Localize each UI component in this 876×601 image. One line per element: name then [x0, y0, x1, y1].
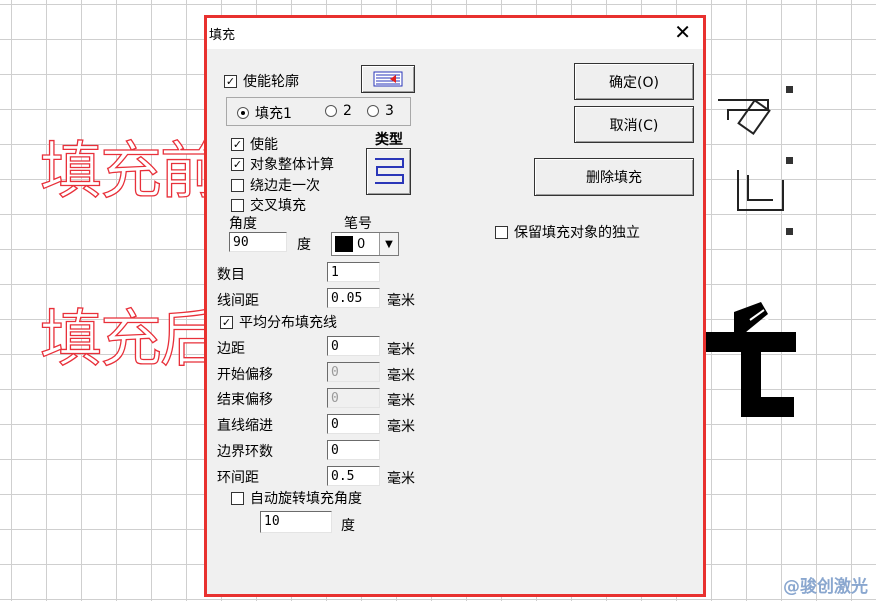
- enable-outline-label: 使能轮廓: [243, 74, 299, 90]
- even-distribute-checkbox[interactable]: ✓ 平均分布填充线: [220, 312, 337, 332]
- rotate-angle-unit: 度: [341, 518, 355, 534]
- count-label: 数目: [217, 267, 245, 283]
- line-indent-input[interactable]: 0: [327, 414, 380, 434]
- whole-object-calc-checkbox[interactable]: ✓ 对象整体计算: [231, 154, 334, 174]
- margin-input[interactable]: 0: [327, 336, 380, 356]
- even-distribute-label: 平均分布填充线: [239, 315, 337, 331]
- end-offset-label: 结束偏移: [217, 392, 273, 408]
- dialog-titlebar: 填充 ✕: [207, 18, 703, 49]
- fill-type-icon: [374, 157, 404, 184]
- cross-fill-label: 交叉填充: [250, 198, 306, 214]
- radio-circle: [237, 107, 249, 119]
- checkbox-box: ✓: [220, 315, 233, 329]
- radio-circle: [325, 105, 337, 117]
- close-icon[interactable]: ✕: [674, 21, 691, 43]
- border-loops-input[interactable]: 0: [327, 440, 380, 460]
- fill-radio-1-label: 填充1: [255, 106, 292, 122]
- cancel-button[interactable]: 取消(C): [574, 106, 694, 143]
- count-input[interactable]: 1: [327, 262, 380, 282]
- keep-independent-checkbox[interactable]: 保留填充对象的独立: [495, 222, 640, 242]
- enable-fill-label: 使能: [250, 137, 278, 153]
- fill-radio-2-label: 2: [343, 103, 352, 119]
- type-label: 类型: [375, 132, 403, 148]
- ok-button[interactable]: 确定(O): [574, 63, 694, 100]
- edge-once-label: 绕边走一次: [250, 178, 320, 194]
- checkbox-box: [495, 225, 508, 239]
- line-spacing-unit: 毫米: [387, 293, 415, 309]
- enable-fill-checkbox[interactable]: ✓ 使能: [231, 134, 278, 154]
- start-offset-unit: 毫米: [387, 368, 415, 384]
- angle-label: 角度: [229, 216, 257, 232]
- fill-radio-1[interactable]: 填充1: [237, 103, 292, 123]
- loop-spacing-unit: 毫米: [387, 471, 415, 487]
- angle-unit: 度: [297, 237, 311, 253]
- pen-select[interactable]: 0 ▼: [331, 232, 399, 256]
- dialog-title: 填充: [209, 28, 236, 43]
- edge-once-checkbox[interactable]: 绕边走一次: [231, 175, 320, 195]
- watermark: @骏创激光: [783, 577, 868, 597]
- border-loops-label: 边界环数: [217, 444, 273, 460]
- fill-type-button[interactable]: [366, 148, 411, 195]
- keep-independent-label: 保留填充对象的独立: [514, 225, 640, 241]
- start-offset-input: 0: [327, 362, 380, 382]
- outline-pen-button[interactable]: [361, 65, 415, 93]
- end-offset-unit: 毫米: [387, 393, 415, 409]
- angle-input[interactable]: 90: [229, 232, 287, 252]
- margin-label: 边距: [217, 341, 245, 357]
- canvas-glyph-filled: [706, 302, 796, 417]
- loop-spacing-input[interactable]: 0.5: [327, 466, 380, 486]
- margin-unit: 毫米: [387, 342, 415, 358]
- after-fill-text: 填充后: [39, 302, 222, 375]
- pen-label: 笔号: [344, 216, 372, 232]
- checkbox-box: [231, 198, 244, 212]
- rotate-angle-input[interactable]: 10: [260, 511, 332, 533]
- cross-fill-checkbox[interactable]: 交叉填充: [231, 195, 306, 215]
- fill-radio-3-label: 3: [385, 103, 394, 119]
- enable-outline-checkbox[interactable]: ✓ 使能轮廓: [224, 71, 299, 91]
- delete-fill-button[interactable]: 删除填充: [534, 158, 694, 196]
- canvas-glyph-outline: [718, 98, 784, 211]
- line-indent-label: 直线缩进: [217, 418, 273, 434]
- line-spacing-input[interactable]: 0.05: [327, 288, 380, 308]
- end-offset-input: 0: [327, 388, 380, 408]
- selection-handle[interactable]: [786, 228, 793, 235]
- checkbox-box: ✓: [231, 137, 244, 151]
- selection-handle[interactable]: [786, 157, 793, 164]
- checkbox-box: [231, 491, 244, 505]
- fill-dialog: 填充 ✕ ✓ 使能轮廓 填充1 2 3 ✓ 使能 ✓ 对象整体计算 绕边走一次: [204, 15, 706, 597]
- whole-object-calc-label: 对象整体计算: [250, 157, 334, 173]
- checkbox-box: ✓: [224, 74, 237, 88]
- fill-radio-3[interactable]: 3: [367, 103, 394, 119]
- auto-rotate-label: 自动旋转填充角度: [250, 491, 362, 507]
- auto-rotate-checkbox[interactable]: 自动旋转填充角度: [231, 488, 362, 508]
- loop-spacing-label: 环间距: [217, 470, 259, 486]
- line-indent-unit: 毫米: [387, 419, 415, 435]
- pen-value: 0: [357, 236, 366, 252]
- checkbox-box: ✓: [231, 157, 244, 171]
- radio-circle: [367, 105, 379, 117]
- outline-pen-icon: [373, 71, 403, 87]
- selection-handle[interactable]: [786, 86, 793, 93]
- pen-color-swatch: [335, 236, 353, 252]
- before-fill-text: 填充前: [39, 134, 222, 207]
- chevron-down-icon[interactable]: ▼: [379, 233, 398, 255]
- fill-radio-2[interactable]: 2: [325, 103, 352, 119]
- line-spacing-label: 线间距: [217, 293, 259, 309]
- checkbox-box: [231, 178, 244, 192]
- start-offset-label: 开始偏移: [217, 367, 273, 383]
